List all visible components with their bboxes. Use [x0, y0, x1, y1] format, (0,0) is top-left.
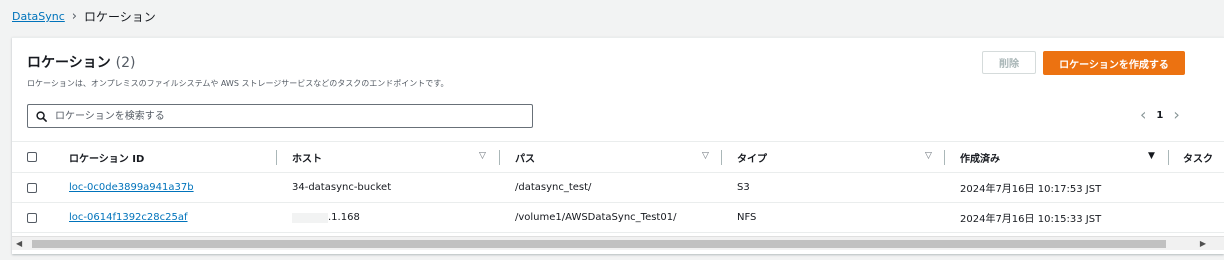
- horizontal-scrollbar[interactable]: ◀ ▶: [12, 236, 1224, 250]
- table-row[interactable]: loc-0c0de3899a941a37b 34-datasync-bucket…: [12, 173, 1224, 203]
- path-cell: /volume1/AWSDataSync_Test01/: [515, 212, 677, 223]
- create-location-button[interactable]: ロケーションを作成する: [1043, 51, 1185, 75]
- sort-active-down-icon[interactable]: ▼: [1148, 151, 1155, 161]
- column-resize-handle[interactable]: [499, 150, 500, 165]
- column-header-type[interactable]: タイプ: [737, 142, 767, 172]
- row-checkbox[interactable]: [27, 212, 37, 223]
- type-cell: NFS: [737, 212, 757, 223]
- column-resize-handle[interactable]: [944, 150, 945, 165]
- select-all-checkbox[interactable]: [27, 152, 37, 162]
- breadcrumb-datasync-link[interactable]: DataSync: [12, 10, 65, 23]
- breadcrumb: DataSync › ロケーション: [12, 8, 156, 25]
- column-resize-handle[interactable]: [721, 150, 722, 165]
- host-cell: .1.168: [328, 212, 360, 223]
- search-input[interactable]: [53, 109, 497, 123]
- search-box[interactable]: [27, 104, 533, 128]
- select-all-cell[interactable]: [27, 142, 37, 172]
- location-id-link[interactable]: loc-0c0de3899a941a37b: [69, 173, 194, 202]
- column-header-location-id[interactable]: ロケーション ID: [69, 142, 144, 172]
- host-cell: 34-datasync-bucket: [292, 182, 392, 193]
- created-cell: 2024年7月16日 10:15:33 JST: [960, 214, 1102, 225]
- column-header-path[interactable]: パス: [515, 142, 535, 172]
- search-icon: [36, 110, 47, 122]
- row-checkbox[interactable]: [27, 182, 37, 193]
- page-title: ロケーション (2): [27, 52, 135, 72]
- column-header-created[interactable]: 作成済み: [960, 142, 1000, 172]
- breadcrumb-current: ロケーション: [83, 10, 156, 24]
- location-count: (2): [115, 55, 136, 71]
- table-header-row: ロケーション ID ホスト ▽ パス ▽ タイプ ▽ 作成済み ▼ タスク: [12, 141, 1224, 173]
- created-cell: 2024年7月16日 10:17:53 JST: [960, 184, 1102, 195]
- host-cell-wrapper: .1.168: [292, 203, 360, 232]
- pagination: ‹ 1 ›: [1140, 107, 1180, 123]
- delete-button[interactable]: 削除: [982, 51, 1036, 74]
- column-resize-handle[interactable]: [1168, 150, 1169, 165]
- redacted-area: [292, 212, 328, 223]
- scroll-left-icon[interactable]: ◀: [16, 239, 22, 248]
- chevron-right-icon[interactable]: ›: [1173, 107, 1179, 123]
- path-cell: /datasync_test/: [515, 182, 592, 193]
- page-description: ロケーションは、オンプレミスのファイルシステムや AWS ストレージサービスなど…: [27, 79, 449, 88]
- type-cell: S3: [737, 182, 750, 193]
- column-header-task[interactable]: タスク: [1183, 142, 1213, 172]
- sort-down-icon[interactable]: ▽: [702, 151, 709, 161]
- page-title-text: ロケーション: [27, 55, 111, 71]
- locations-panel: ロケーション (2) ロケーションは、オンプレミスのファイルシステムや AWS …: [12, 37, 1224, 254]
- row-select-cell[interactable]: [27, 203, 37, 232]
- chevron-left-icon[interactable]: ‹: [1140, 107, 1146, 123]
- column-header-host[interactable]: ホスト: [292, 142, 322, 172]
- scroll-right-icon[interactable]: ▶: [1200, 239, 1206, 248]
- column-resize-handle[interactable]: [276, 150, 277, 165]
- chevron-right-icon: ›: [71, 8, 77, 24]
- row-select-cell[interactable]: [27, 173, 37, 202]
- location-id-link[interactable]: loc-0614f1392c28c25af: [69, 203, 188, 232]
- sort-down-icon[interactable]: ▽: [479, 151, 486, 161]
- scrollbar-thumb[interactable]: [32, 240, 1166, 248]
- page-number[interactable]: 1: [1156, 110, 1163, 121]
- table-row[interactable]: loc-0614f1392c28c25af .1.168 /volume1/AW…: [12, 203, 1224, 233]
- sort-down-icon[interactable]: ▽: [925, 151, 932, 161]
